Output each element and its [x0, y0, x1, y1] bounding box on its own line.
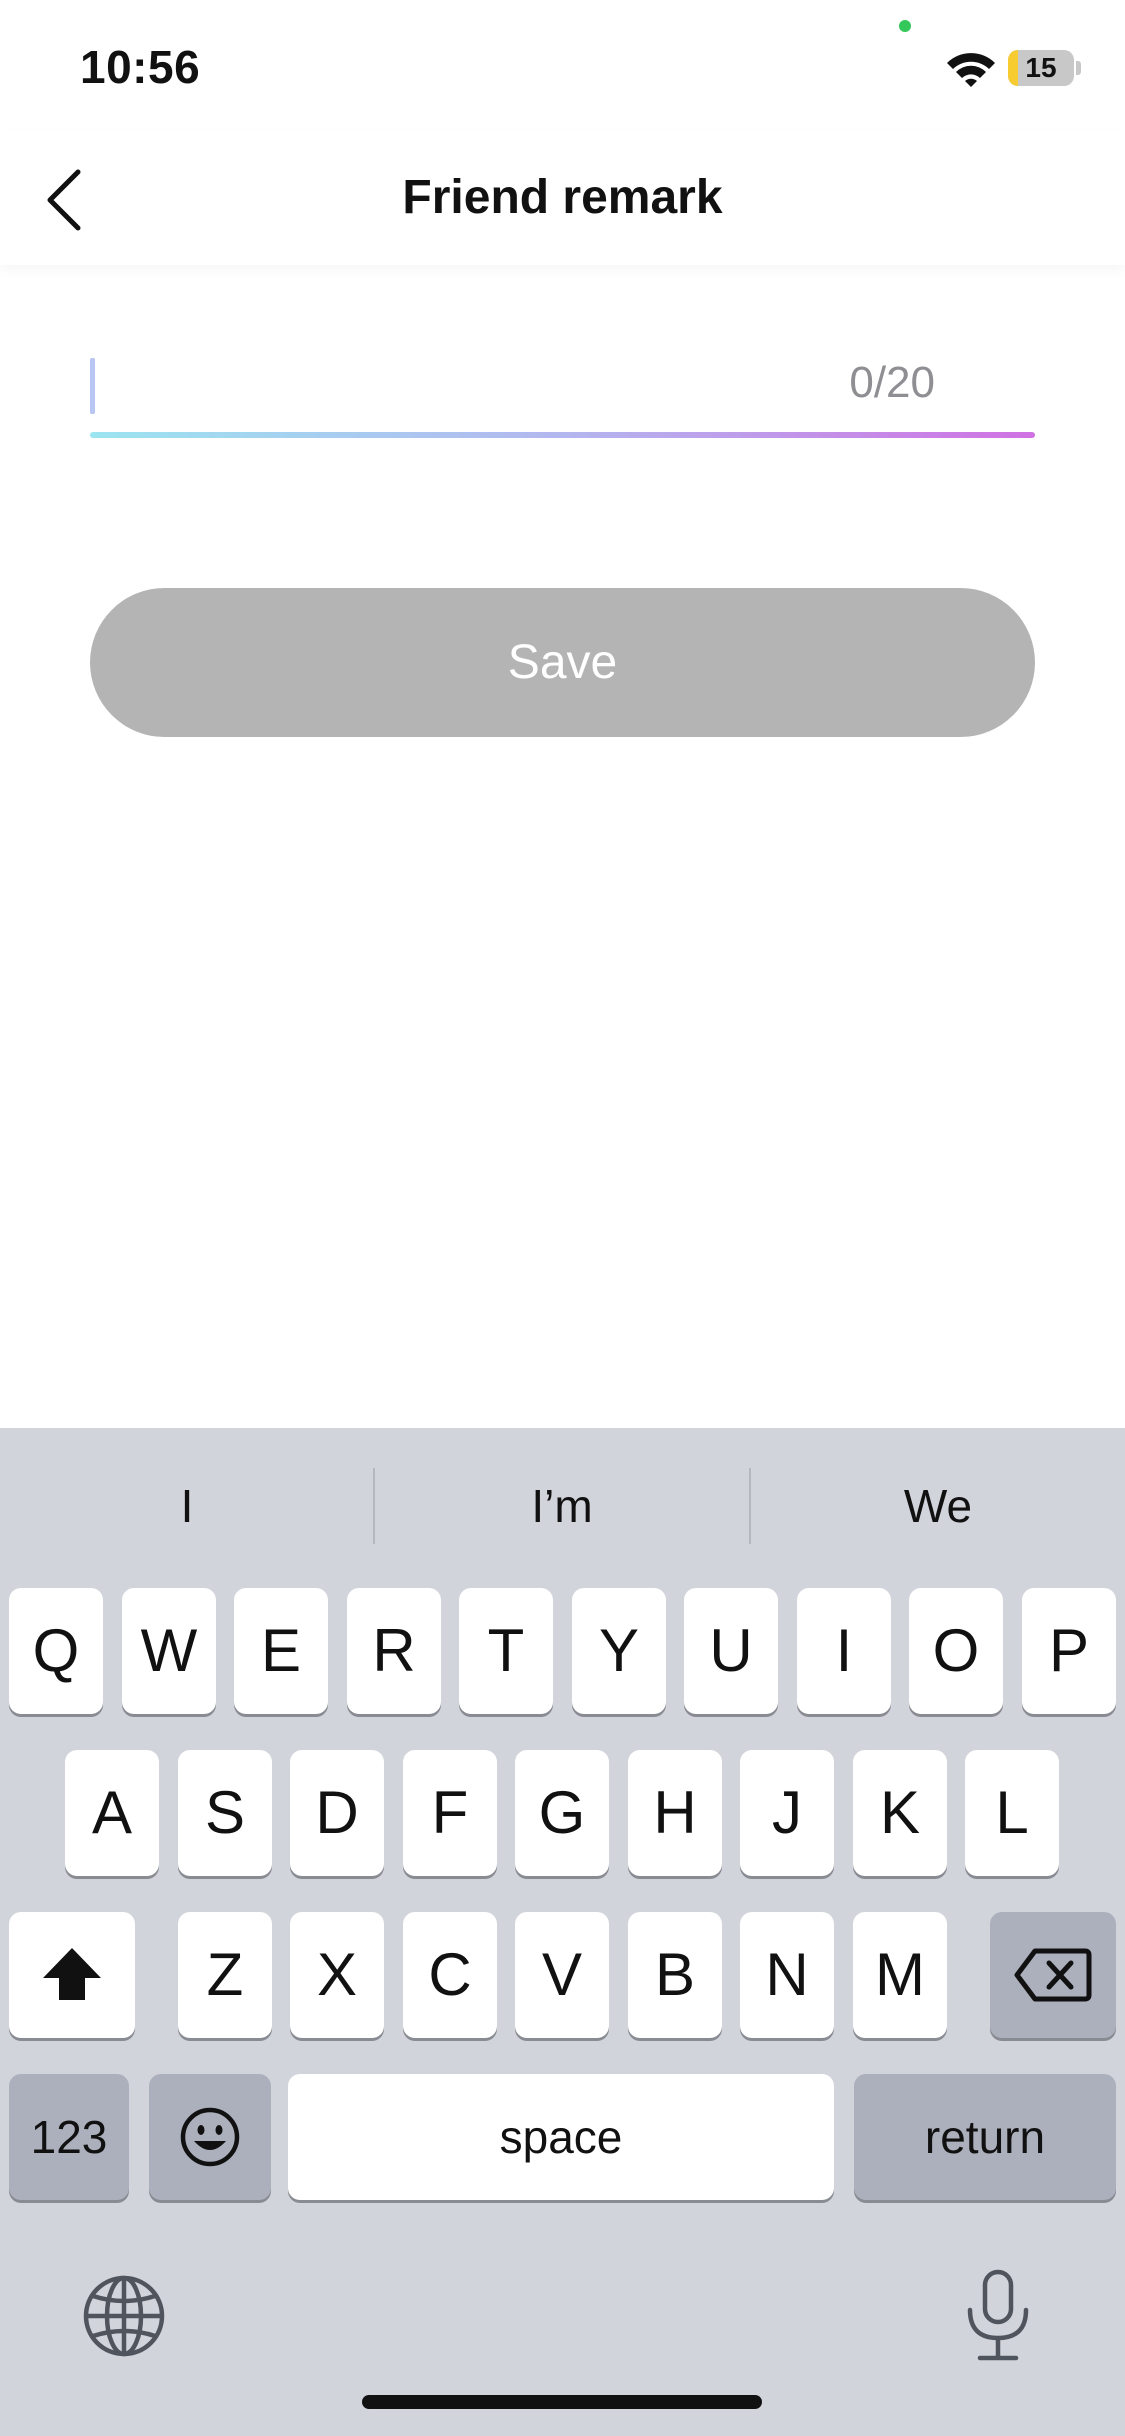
emoji-key[interactable] [149, 2074, 271, 2200]
text-caret [90, 358, 95, 414]
shift-icon [43, 1948, 101, 2000]
numbers-key[interactable]: 123 [9, 2074, 129, 2200]
keyboard: I I’m We Q W E R T Y U I O P A S D F G H… [0, 1428, 1125, 2436]
character-counter: 0/20 [849, 358, 935, 407]
space-key[interactable]: space [288, 2074, 834, 2200]
remark-field: 0/20 [90, 340, 1035, 442]
backspace-icon [1014, 1948, 1092, 2002]
battery-icon: 15 [1008, 50, 1074, 86]
page-title: Friend remark [402, 171, 723, 224]
globe-icon [83, 2275, 165, 2357]
key-b[interactable]: B [628, 1912, 722, 2038]
shift-key[interactable] [9, 1912, 135, 2038]
suggestion-item[interactable]: I [0, 1428, 374, 1588]
status-time: 10:56 [80, 41, 201, 93]
key-j[interactable]: J [740, 1750, 834, 1876]
suggestion-item[interactable]: I’m [375, 1428, 749, 1588]
input-underline [90, 432, 1035, 438]
microphone-button[interactable] [960, 2268, 1036, 2369]
back-button[interactable] [30, 160, 110, 240]
emoji-icon [180, 2107, 240, 2167]
suggestion-bar: I I’m We [0, 1428, 1125, 1588]
key-m[interactable]: M [853, 1912, 947, 2038]
wifi-icon [947, 53, 995, 87]
key-t[interactable]: T [459, 1588, 553, 1714]
key-r[interactable]: R [347, 1588, 441, 1714]
remark-input[interactable] [90, 340, 870, 432]
battery-cap [1076, 61, 1081, 75]
key-a[interactable]: A [65, 1750, 159, 1876]
key-p[interactable]: P [1022, 1588, 1116, 1714]
battery-level: 15 [1025, 52, 1057, 83]
key-g[interactable]: G [515, 1750, 609, 1876]
key-s[interactable]: S [178, 1750, 272, 1876]
key-k[interactable]: K [853, 1750, 947, 1876]
key-e[interactable]: E [234, 1588, 328, 1714]
home-indicator[interactable] [362, 2395, 762, 2409]
key-o[interactable]: O [909, 1588, 1003, 1714]
key-f[interactable]: F [403, 1750, 497, 1876]
chevron-left-icon [47, 169, 81, 231]
key-l[interactable]: L [965, 1750, 1059, 1876]
key-n[interactable]: N [740, 1912, 834, 2038]
suggestion-item[interactable]: We [751, 1428, 1125, 1588]
key-y[interactable]: Y [572, 1588, 666, 1714]
key-q[interactable]: Q [9, 1588, 103, 1714]
key-d[interactable]: D [290, 1750, 384, 1876]
key-i[interactable]: I [797, 1588, 891, 1714]
key-w[interactable]: W [122, 1588, 216, 1714]
status-bar: 10:56 15 [0, 0, 1125, 130]
camera-indicator-dot [899, 20, 911, 32]
nav-bar: Friend remark [0, 130, 1125, 265]
microphone-icon [967, 2269, 1029, 2361]
key-h[interactable]: H [628, 1750, 722, 1876]
globe-button[interactable] [80, 2272, 168, 2365]
backspace-key[interactable] [990, 1912, 1116, 2038]
key-v[interactable]: V [515, 1912, 609, 2038]
key-c[interactable]: C [403, 1912, 497, 2038]
save-button[interactable]: Save [90, 588, 1035, 737]
key-x[interactable]: X [290, 1912, 384, 2038]
key-u[interactable]: U [684, 1588, 778, 1714]
return-key[interactable]: return [854, 2074, 1116, 2200]
key-z[interactable]: Z [178, 1912, 272, 2038]
